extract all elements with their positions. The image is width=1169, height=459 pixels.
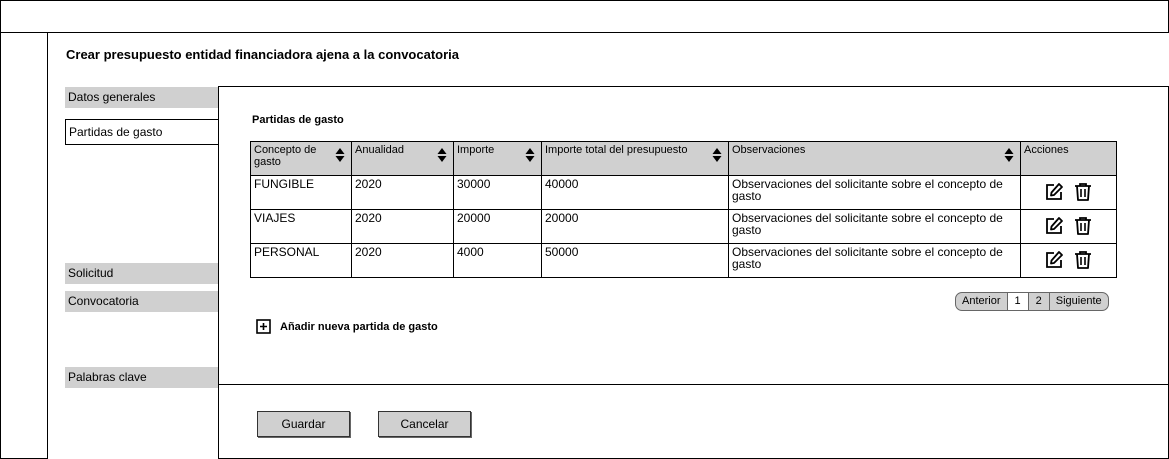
cell-anualidad: 2020 — [351, 209, 454, 244]
cell-importe: 20000 — [453, 209, 542, 244]
column-label: Observaciones — [732, 144, 806, 156]
cell-importe-total: 40000 — [541, 175, 729, 210]
cell-observaciones: Observaciones del solicitante sobre el c… — [728, 209, 1021, 244]
column-label: Acciones — [1024, 144, 1069, 156]
edit-icon[interactable] — [1044, 216, 1064, 236]
cell-observaciones: Observaciones del solicitante sobre el c… — [728, 243, 1021, 278]
save-button[interactable]: Guardar — [257, 411, 350, 437]
column-label: Concepto de gasto — [254, 144, 317, 168]
cell-acciones — [1020, 243, 1117, 278]
sidebar-item-palabras-clave[interactable]: Palabras clave — [65, 367, 218, 388]
cell-importe: 4000 — [453, 243, 542, 278]
sidebar-item-partidas-de-gasto[interactable]: Partidas de gasto — [65, 119, 219, 145]
sort-icon[interactable] — [437, 147, 447, 163]
table-header-row: Concepto de gasto Anualidad Importe Impo… — [250, 141, 1117, 176]
sort-icon[interactable] — [1004, 147, 1014, 163]
cell-importe: 30000 — [453, 175, 542, 210]
add-partida-label[interactable]: Añadir nueva partida de gasto — [280, 321, 438, 333]
pagination-prev-button[interactable]: Anterior — [956, 293, 1008, 310]
cancel-button[interactable]: Cancelar — [378, 411, 471, 437]
edit-icon[interactable] — [1044, 250, 1064, 270]
partidas-table: Concepto de gasto Anualidad Importe Impo… — [250, 141, 1117, 278]
section-title: Partidas de gasto — [252, 114, 344, 126]
add-partida-link[interactable]: Añadir nueva partida de gasto — [256, 319, 438, 334]
edit-icon[interactable] — [1044, 182, 1064, 202]
cell-observaciones: Observaciones del solicitante sobre el c… — [728, 175, 1021, 210]
cell-anualidad: 2020 — [351, 175, 454, 210]
column-header-concepto[interactable]: Concepto de gasto — [250, 141, 352, 176]
sort-icon[interactable] — [712, 147, 722, 163]
cell-importe-total: 50000 — [541, 243, 729, 278]
table-row: FUNGIBLE 2020 30000 40000 Observaciones … — [250, 175, 1117, 210]
column-label: Importe total del presupuesto — [545, 144, 688, 156]
sidebar-item-datos-generales[interactable]: Datos generales — [65, 87, 218, 108]
table-row: PERSONAL 2020 4000 50000 Observaciones d… — [250, 243, 1117, 278]
column-label: Importe — [457, 144, 495, 156]
table-row: VIAJES 2020 20000 20000 Observaciones de… — [250, 209, 1117, 244]
trash-icon[interactable] — [1073, 216, 1093, 236]
plus-square-icon[interactable] — [256, 319, 271, 334]
pagination-page-1[interactable]: 1 — [1007, 293, 1029, 310]
cell-acciones — [1020, 209, 1117, 244]
sort-icon[interactable] — [525, 147, 535, 163]
panel-divider — [218, 384, 1169, 385]
column-header-observaciones[interactable]: Observaciones — [728, 141, 1021, 176]
sidebar-item-solicitud[interactable]: Solicitud — [65, 263, 218, 284]
pagination-page-2[interactable]: 2 — [1028, 293, 1050, 310]
trash-icon[interactable] — [1073, 250, 1093, 270]
column-header-importe[interactable]: Importe — [453, 141, 542, 176]
column-header-acciones: Acciones — [1020, 141, 1117, 176]
top-bar — [0, 0, 1169, 33]
column-header-importe-total[interactable]: Importe total del presupuesto — [541, 141, 729, 176]
cell-acciones — [1020, 175, 1117, 210]
cell-importe-total: 20000 — [541, 209, 729, 244]
column-label: Anualidad — [355, 144, 404, 156]
left-rail — [0, 32, 48, 459]
sidebar-item-convocatoria[interactable]: Convocatoria — [65, 291, 218, 312]
cell-anualidad: 2020 — [351, 243, 454, 278]
pagination: Anterior 1 2 Siguiente — [955, 292, 1109, 311]
column-header-anualidad[interactable]: Anualidad — [351, 141, 454, 176]
page-title: Crear presupuesto entidad financiadora a… — [66, 47, 460, 62]
cell-concepto: FUNGIBLE — [250, 175, 352, 210]
cell-concepto: VIAJES — [250, 209, 352, 244]
cell-concepto: PERSONAL — [250, 243, 352, 278]
sort-icon[interactable] — [335, 147, 345, 163]
trash-icon[interactable] — [1073, 182, 1093, 202]
pagination-next-button[interactable]: Siguiente — [1050, 293, 1108, 310]
